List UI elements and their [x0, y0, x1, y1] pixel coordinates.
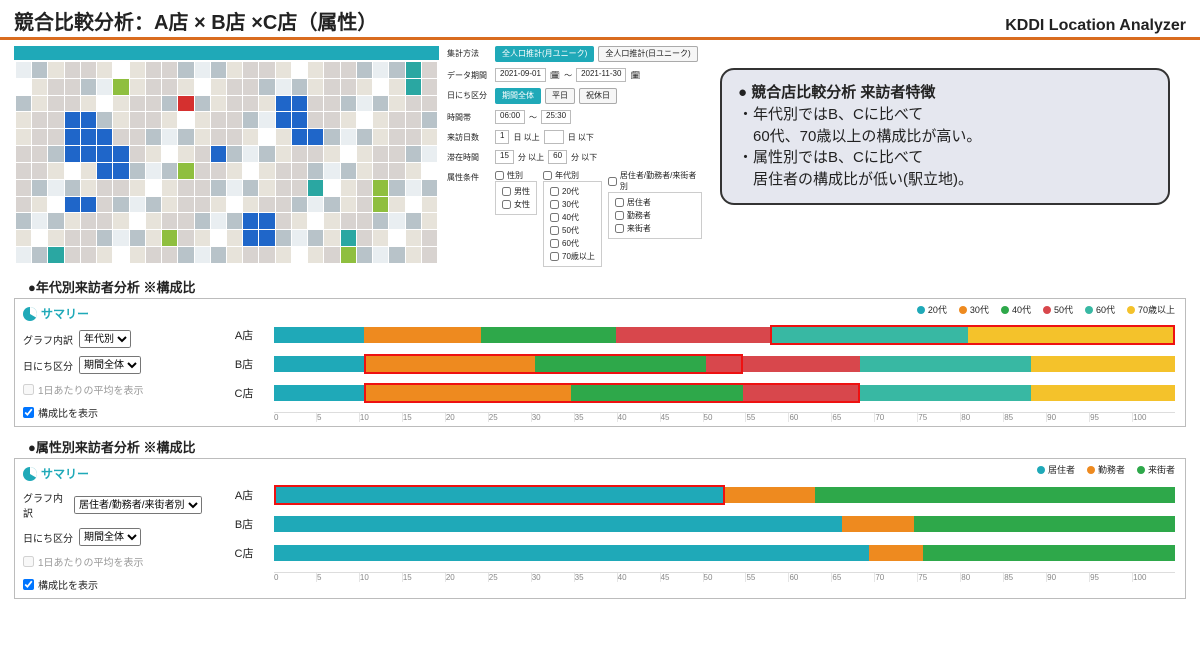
- bar-segment[interactable]: [842, 516, 914, 532]
- insight-line: ・属性別ではB、Cに比べて: [738, 147, 1152, 169]
- map-title-bar: [14, 46, 439, 60]
- age-chart: 20代 30代 40代 50代 60代 70歳以上 A店B店C店 0510152…: [210, 299, 1185, 426]
- bar-segment[interactable]: [274, 385, 364, 401]
- calendar-icon[interactable]: 🗓: [630, 71, 640, 80]
- summary-header: サマリー: [23, 465, 202, 482]
- daytype-select[interactable]: 期間全体: [79, 356, 141, 374]
- age-group: 20代 30代 40代 50代 60代 70歳以上: [543, 181, 602, 267]
- bar-segment[interactable]: [725, 487, 815, 503]
- summary-header: サマリー: [23, 305, 202, 322]
- bar-row: B店: [214, 514, 1175, 534]
- bar-row: C店: [214, 543, 1175, 563]
- agg-option-month[interactable]: 全人口推計(月ユニーク): [495, 46, 594, 62]
- stay-label: 滞在時間: [447, 150, 495, 163]
- bar-segment[interactable]: [535, 356, 706, 372]
- gender-group: 男性 女性: [495, 181, 537, 215]
- bar-segment[interactable]: [481, 327, 616, 343]
- calendar-icon[interactable]: 🗓: [550, 71, 560, 80]
- bar-row: A店: [214, 485, 1175, 505]
- male-check[interactable]: 男性: [502, 186, 530, 197]
- bar-segment[interactable]: [914, 516, 1175, 532]
- avg-check[interactable]: 1日あたりの平均を表示: [23, 382, 202, 397]
- bar-row: C店: [214, 383, 1175, 403]
- graph-type-select[interactable]: 居住者/勤務者/来街者別: [74, 496, 202, 514]
- bar-segment[interactable]: [274, 545, 869, 561]
- bar-segment[interactable]: [571, 385, 742, 401]
- avg-check[interactable]: 1日あたりの平均を表示: [23, 554, 202, 569]
- age-side: サマリー グラフ内訳 年代別 日にち区分 期間全体 1日あたりの平均を表示 構成…: [15, 299, 210, 426]
- ratio-check[interactable]: 構成比を表示: [23, 405, 202, 420]
- grp-res-check[interactable]: 居住者/勤務者/来街者別: [608, 170, 702, 192]
- bar-segment[interactable]: [869, 545, 923, 561]
- bar-segment[interactable]: [815, 487, 1175, 503]
- agg-option-day[interactable]: 全人口推計(日ユニーク): [598, 46, 697, 62]
- ratio-check[interactable]: 構成比を表示: [23, 577, 202, 592]
- age-legend: 20代 30代 40代 50代 60代 70歳以上: [214, 303, 1175, 316]
- bar-row: A店: [214, 325, 1175, 345]
- pie-icon: [23, 307, 37, 321]
- graph-type-select[interactable]: 年代別: [79, 330, 131, 348]
- period-label: データ期間: [447, 68, 495, 81]
- map-mosaic[interactable]: [14, 60, 439, 265]
- daytype-select[interactable]: 期間全体: [79, 528, 141, 546]
- bar-segment[interactable]: [364, 385, 571, 401]
- brand-name: KDDI Location Analyzer: [1005, 17, 1186, 35]
- attr-chart: 居住者 勤務者 来街者 A店B店C店 051015202530354045505…: [210, 459, 1185, 598]
- visitdays-min[interactable]: 1: [495, 130, 509, 144]
- bar-segment[interactable]: [364, 356, 535, 372]
- insight-box: ● 競合店比較分析 来訪者特徴 ・年代別ではB、Cに比べて 60代、70歳以上の…: [720, 68, 1170, 205]
- female-check[interactable]: 女性: [502, 199, 530, 210]
- daytype-weekday[interactable]: 平日: [545, 88, 575, 104]
- bar-segment[interactable]: [923, 545, 1175, 561]
- date-from-input[interactable]: 2021-09-01: [495, 68, 546, 82]
- pie-icon: [23, 467, 37, 481]
- attr-label: 属性条件: [447, 170, 495, 183]
- timeband-label: 時間帯: [447, 110, 495, 123]
- bar-segment[interactable]: [1031, 385, 1175, 401]
- bar-segment[interactable]: [274, 327, 364, 343]
- attr-panel: サマリー グラフ内訳 居住者/勤務者/来街者別 日にち区分 期間全体 1日あたり…: [14, 458, 1186, 599]
- visitdays-max[interactable]: [544, 130, 564, 144]
- bar-segment[interactable]: [616, 327, 769, 343]
- map-panel: [14, 46, 439, 265]
- insight-title: ● 競合店比較分析 来訪者特徴: [738, 82, 1152, 104]
- attr-side: サマリー グラフ内訳 居住者/勤務者/来街者別 日にち区分 期間全体 1日あたり…: [15, 459, 210, 598]
- bar-segment[interactable]: [706, 356, 859, 372]
- age-panel: サマリー グラフ内訳 年代別 日にち区分 期間全体 1日あたりの平均を表示 構成…: [14, 298, 1186, 427]
- visitdays-label: 来訪日数: [447, 130, 495, 143]
- stay-max[interactable]: 60: [548, 150, 567, 164]
- daytype-all[interactable]: 期間全体: [495, 88, 541, 104]
- grp-gender-check[interactable]: 性別: [495, 170, 537, 181]
- bar-segment[interactable]: [274, 516, 842, 532]
- filter-panel: 集計方法 全人口推計(月ユニーク) 全人口推計(日ユニーク) データ期間 202…: [447, 46, 702, 267]
- bar-segment[interactable]: [274, 487, 725, 503]
- residence-group: 居住者 勤務者 来街者: [608, 192, 702, 239]
- bar-segment[interactable]: [743, 385, 860, 401]
- insight-line: 60代、70歳以上の構成比が高い。: [738, 126, 1152, 148]
- bar-row: B店: [214, 354, 1175, 374]
- page-title: 競合比較分析：A店 × B店 ×C店（属性）: [14, 6, 377, 35]
- bar-segment[interactable]: [364, 327, 481, 343]
- bar-segment[interactable]: [770, 327, 968, 343]
- insight-line: 居住者の構成比が低い(駅立地)。: [738, 169, 1152, 191]
- time-from-select[interactable]: 06:00: [495, 110, 525, 124]
- bar-segment[interactable]: [968, 327, 1175, 343]
- bar-segment[interactable]: [860, 356, 1031, 372]
- header: 競合比較分析：A店 × B店 ×C店（属性） KDDI Location Ana…: [0, 0, 1200, 40]
- agg-label: 集計方法: [447, 46, 495, 59]
- section-attr-title: ●属性別来訪者分析 ※構成比: [28, 437, 1200, 456]
- daytype-holiday[interactable]: 祝休日: [579, 88, 617, 104]
- insight-line: ・年代別ではB、Cに比べて: [738, 104, 1152, 126]
- section-age-title: ●年代別来訪者分析 ※構成比: [28, 277, 1200, 296]
- grp-age-check[interactable]: 年代別: [543, 170, 602, 181]
- daytype-label: 日にち区分: [447, 88, 495, 101]
- bar-segment[interactable]: [1031, 356, 1175, 372]
- date-to-input[interactable]: 2021-11-30: [576, 68, 626, 82]
- time-to-select[interactable]: 25:30: [541, 110, 571, 124]
- bar-segment[interactable]: [274, 356, 364, 372]
- bar-segment[interactable]: [860, 385, 1031, 401]
- attr-legend: 居住者 勤務者 来街者: [214, 463, 1175, 476]
- stay-min[interactable]: 15: [495, 150, 514, 164]
